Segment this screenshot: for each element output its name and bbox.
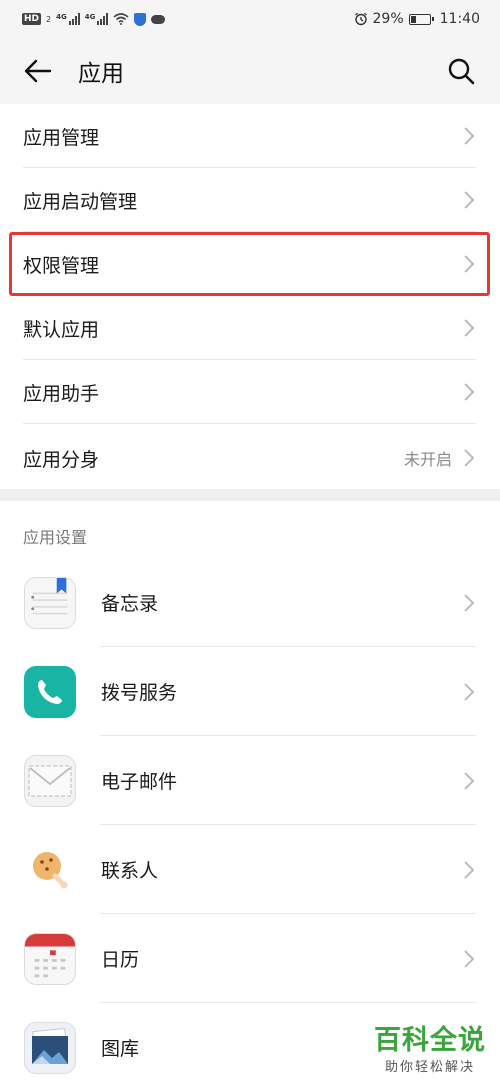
battery-fill [410,15,416,23]
app-item-label: 拨号服务 [101,682,178,704]
chevron-right-icon [464,319,475,337]
signal-icon: 4G [56,13,80,25]
status-bar: HD 2 4G 4G 29% 11:40 [0,0,500,38]
chevron-right-icon [464,593,475,612]
phone-icon [24,665,76,718]
page-title: 应用 [78,61,124,87]
menu-item-label: 默认应用 [23,318,100,341]
chevron-right-icon [464,449,475,467]
back-button[interactable] [18,51,58,91]
chevron-right-icon [464,191,475,209]
menu-item-app-twin[interactable]: 应用分身 未开启 [0,424,500,492]
menu-item-permissions[interactable]: 权限管理 [9,232,490,296]
alarm-icon [354,12,367,26]
app-item-label: 图库 [101,1038,140,1060]
hd-badge: HD [22,13,42,25]
status-right: 29% 11:40 [354,11,480,27]
watermark-title: 百科全说 [374,1025,486,1056]
app-item-label: 电子邮件 [101,771,178,793]
cloud-icon [151,14,166,24]
chevron-right-icon [464,383,475,401]
app-item-label: 联系人 [101,860,159,882]
menu-item-label: 应用启动管理 [23,190,138,213]
app-item-label: 备忘录 [101,593,159,615]
menu-item-app-launch[interactable]: 应用启动管理 [0,168,500,232]
calendar-icon [24,932,76,985]
app-item-label: 日历 [101,949,140,971]
menu-item-label: 应用管理 [23,126,100,149]
mail-icon [24,754,76,807]
sim1-label: 2 [46,14,52,24]
status-left: HD 2 4G 4G [22,12,166,26]
search-icon [448,58,475,85]
chevron-right-icon [464,127,475,145]
settings-menu: 应用管理 应用启动管理 权限管理 默认应用 应用助手 应用分身 未开启 [0,104,500,492]
contacts-icon [24,843,76,896]
section-divider [0,489,500,501]
app-item-notepad[interactable]: 备忘录 [0,558,500,647]
watermark: 百科全说 助你轻松解决 [374,1025,486,1076]
battery-icon [408,13,434,25]
network2-label: 4G [84,13,96,21]
chevron-right-icon [464,771,475,790]
back-arrow-icon [24,59,52,83]
menu-item-label: 应用助手 [23,382,100,405]
search-button[interactable] [444,54,478,88]
menu-item-label: 权限管理 [23,254,100,277]
wifi-icon [113,13,129,25]
app-item-email[interactable]: 电子邮件 [0,736,500,825]
notepad-icon [24,576,76,629]
chevron-right-icon [464,949,475,968]
section-title: 应用设置 [23,528,88,547]
menu-item-default-apps[interactable]: 默认应用 [0,296,500,360]
clock: 11:40 [439,11,480,27]
watermark-subtitle: 助你轻松解决 [384,1060,475,1075]
menu-item-label: 应用分身 [23,448,100,471]
network1-label: 4G [56,13,67,21]
app-settings-list: 备忘录 拨号服务 电子邮件 联系人 日历 图库 [0,558,500,1083]
gallery-icon [24,1021,76,1074]
chevron-right-icon [464,682,475,701]
menu-item-value: 未开启 [403,450,452,469]
battery-percent: 29% [372,11,404,27]
chevron-right-icon [464,255,475,273]
app-item-dialer[interactable]: 拨号服务 [0,647,500,736]
signal-icon-2: 4G [85,13,109,25]
menu-item-app-management[interactable]: 应用管理 [0,104,500,168]
chevron-right-icon [464,860,475,879]
app-item-calendar[interactable]: 日历 [0,914,500,1003]
app-item-contacts[interactable]: 联系人 [0,825,500,914]
app-bar: 应用 [0,38,500,104]
shield-icon [134,12,147,26]
menu-item-app-assistant[interactable]: 应用助手 [0,360,500,424]
